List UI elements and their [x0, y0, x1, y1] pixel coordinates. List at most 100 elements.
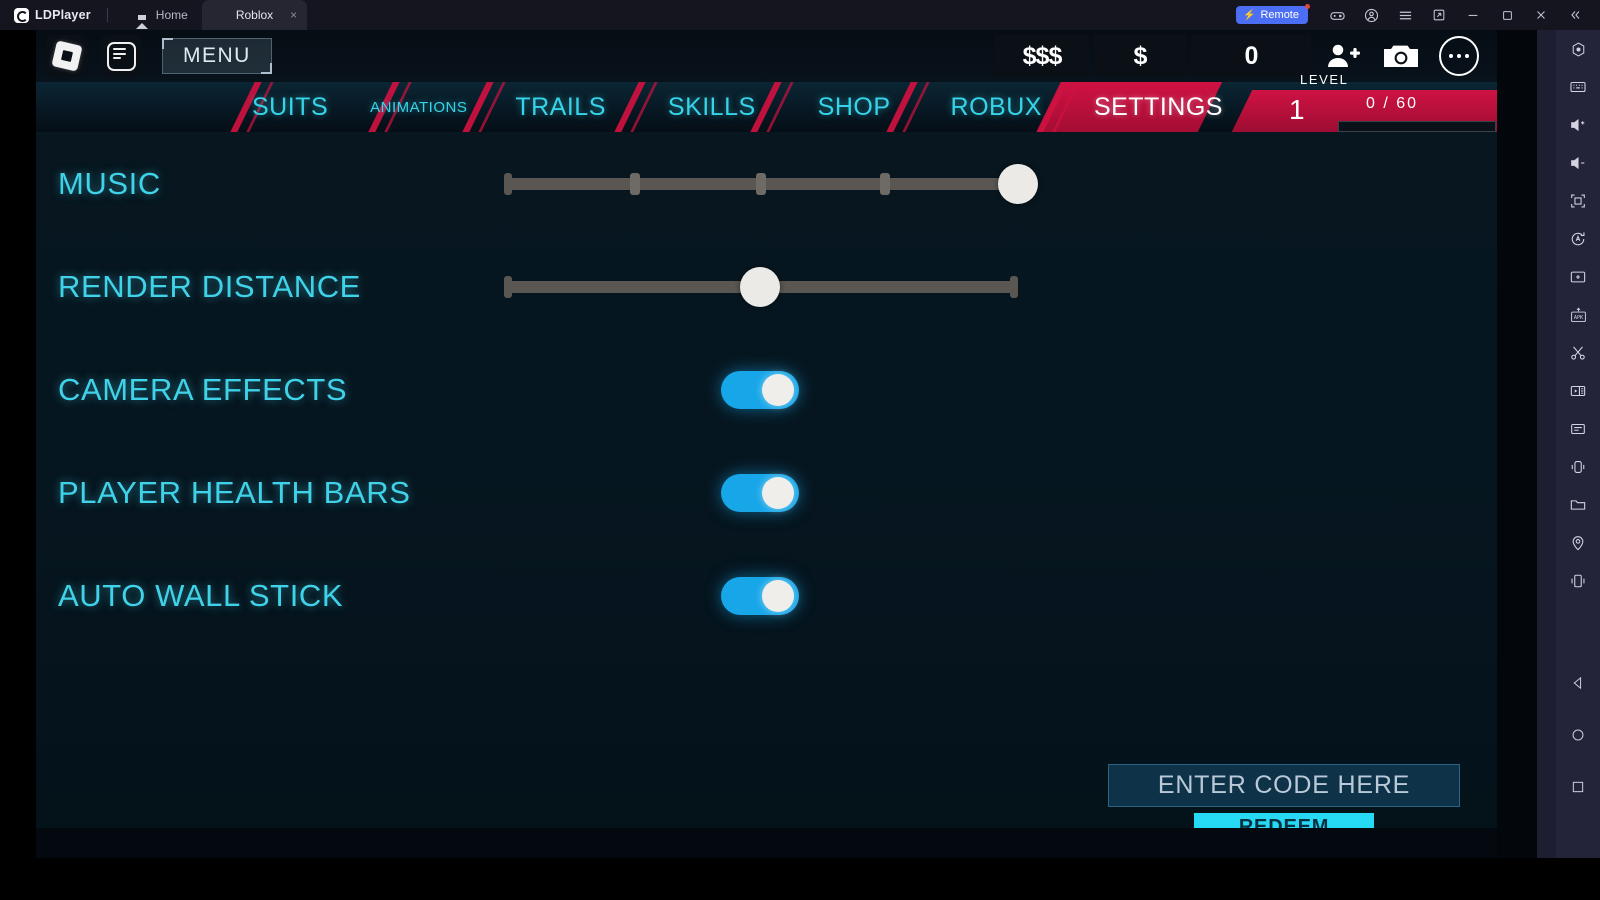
close-icon[interactable]: × — [290, 9, 297, 21]
bolt-icon: ⚡ — [1243, 9, 1256, 21]
setting-label-player-health-bars: PLAYER HEALTH BARS — [58, 474, 411, 510]
ldplayer-mark-icon — [14, 7, 29, 23]
premium-currency-display[interactable]: $$$ — [995, 35, 1089, 77]
setting-row-player-health-bars: PLAYER HEALTH BARS — [36, 441, 1497, 544]
toggle-knob — [762, 579, 794, 612]
tab-home-label: Home — [155, 8, 188, 22]
nav-item-robux[interactable]: ROBUX — [951, 93, 1042, 122]
shared-folder-icon[interactable] — [1556, 486, 1600, 524]
setting-label-auto-wall-stick: AUTO WALL STICK — [58, 577, 344, 613]
auto-wall-stick-toggle[interactable] — [721, 576, 799, 615]
ldplayer-window: LDPlayer Home Roblox × ⚡ Remote MENU $$$… — [0, 0, 1600, 900]
setting-row-music: MUSIC — [36, 132, 1497, 235]
player-health-bars-toggle[interactable] — [721, 473, 799, 512]
tab-roblox[interactable]: Roblox × — [201, 0, 308, 30]
xp-text: 0 / 60 — [1366, 95, 1419, 112]
location-icon[interactable] — [1556, 524, 1600, 562]
multi-instance-icon[interactable] — [1556, 258, 1600, 296]
camera-effects-toggle[interactable] — [721, 370, 799, 409]
coin-count-display[interactable]: 0 — [1191, 35, 1311, 77]
settings-hex-icon[interactable] — [1556, 30, 1600, 68]
add-friend-icon[interactable] — [1315, 35, 1371, 77]
setting-label-render-distance: RENDER DISTANCE — [58, 268, 361, 304]
settings-rows: MUSIC RENDER DISTANCE CAMERA EFFECTS PLA… — [36, 132, 1497, 647]
camera-icon[interactable] — [1373, 35, 1429, 77]
ldplayer-app-name: LDPlayer — [35, 8, 91, 22]
roblox-icon — [216, 9, 229, 22]
hamburger-menu-icon[interactable] — [1388, 0, 1422, 30]
code-input[interactable]: ENTER CODE HERE — [1108, 764, 1460, 807]
titlebar-divider — [106, 8, 108, 22]
volume-up-icon[interactable] — [1556, 106, 1600, 144]
render-distance-slider[interactable] — [504, 266, 1018, 307]
restore-down-icon[interactable] — [1422, 0, 1456, 30]
svg-text:APK: APK — [1573, 314, 1583, 320]
nav-item-animations[interactable]: ANIMATIONS — [370, 99, 467, 116]
remote-button[interactable]: ⚡ Remote — [1236, 4, 1310, 24]
title-bar: LDPlayer Home Roblox × ⚡ Remote — [0, 0, 1600, 30]
emulator-viewport: MENU $$$ $ 0 SUITS ANIMATIONS TRAILS SKI… — [0, 30, 1537, 858]
chat-icon — [106, 41, 136, 71]
roblox-logo-icon — [51, 40, 83, 72]
scissors-screenshot-icon[interactable] — [1556, 334, 1600, 372]
letterbox-left — [0, 30, 36, 858]
remote-label: Remote — [1260, 9, 1299, 21]
macro-script-icon[interactable] — [1556, 410, 1600, 448]
tab-home[interactable]: Home — [122, 0, 202, 30]
nav-item-settings[interactable]: SETTINGS — [1094, 93, 1223, 122]
setting-label-music: MUSIC — [58, 165, 161, 201]
close-window-icon[interactable] — [1524, 0, 1558, 30]
nav-item-suits[interactable]: SUITS — [252, 93, 328, 122]
fullscreen-icon[interactable] — [1556, 182, 1600, 220]
volume-down-icon[interactable] — [1556, 144, 1600, 182]
gamepad-icon[interactable] — [1320, 0, 1354, 30]
minimize-icon[interactable] — [1456, 0, 1490, 30]
cash-currency-display[interactable]: $ — [1093, 35, 1187, 77]
render-distance-slider-thumb[interactable] — [740, 266, 780, 307]
video-record-icon[interactable] — [1556, 372, 1600, 410]
chat-button[interactable] — [100, 35, 142, 77]
apk-install-icon[interactable]: APK — [1556, 296, 1600, 334]
virtual-device-icon[interactable] — [1556, 562, 1600, 600]
roblox-game-view: MENU $$$ $ 0 SUITS ANIMATIONS TRAILS SKI… — [36, 30, 1497, 828]
hud-left-controls: MENU — [36, 35, 272, 77]
collapse-icon[interactable] — [1558, 0, 1592, 30]
game-hud: MENU $$$ $ 0 — [36, 30, 1497, 82]
shake-icon[interactable] — [1556, 448, 1600, 486]
ldplayer-toolbar: APK — [1537, 30, 1600, 858]
more-options-icon[interactable] — [1431, 35, 1487, 77]
window-tabs: Home Roblox × — [122, 0, 308, 30]
hud-right-controls: $$$ $ 0 — [995, 35, 1497, 77]
android-back-icon[interactable] — [1556, 664, 1600, 702]
level-widget: LEVEL 1 0 / 60 — [1231, 72, 1497, 132]
tab-roblox-label: Roblox — [235, 8, 274, 22]
setting-row-camera-effects: CAMERA EFFECTS — [36, 338, 1497, 441]
ldplayer-toolbar-inner: APK — [1556, 30, 1600, 858]
music-slider-thumb[interactable] — [998, 163, 1038, 204]
nav-item-trails[interactable]: TRAILS — [515, 93, 606, 122]
redeem-button[interactable]: REDEEM — [1194, 813, 1374, 828]
ldplayer-logo: LDPlayer — [14, 7, 91, 23]
home-icon — [135, 8, 149, 29]
menu-button[interactable]: MENU — [162, 38, 272, 74]
setting-row-auto-wall-stick: AUTO WALL STICK — [36, 544, 1497, 647]
maximize-icon[interactable] — [1490, 0, 1524, 30]
titlebar-controls: ⚡ Remote — [1236, 0, 1600, 30]
code-redeem-section: ENTER CODE HERE REDEEM — [1108, 764, 1460, 828]
account-icon[interactable] — [1354, 0, 1388, 30]
settings-panel: MUSIC RENDER DISTANCE CAMERA EFFECTS PLA… — [36, 132, 1497, 828]
game-bottom-strip — [36, 828, 1497, 858]
music-slider[interactable] — [504, 163, 1038, 204]
nav-item-skills[interactable]: SKILLS — [668, 93, 756, 122]
roblox-menu-button[interactable] — [46, 35, 88, 77]
android-recents-icon[interactable] — [1556, 768, 1600, 806]
keyboard-icon[interactable] — [1556, 68, 1600, 106]
setting-label-camera-effects: CAMERA EFFECTS — [58, 371, 348, 407]
setting-row-render-distance: RENDER DISTANCE — [36, 235, 1497, 338]
bottom-black-bar — [0, 858, 1600, 900]
auto-rotate-icon[interactable] — [1556, 220, 1600, 258]
level-label: LEVEL — [1300, 72, 1349, 87]
toggle-knob — [762, 476, 794, 509]
android-home-icon[interactable] — [1556, 716, 1600, 754]
nav-item-shop[interactable]: SHOP — [818, 93, 891, 122]
